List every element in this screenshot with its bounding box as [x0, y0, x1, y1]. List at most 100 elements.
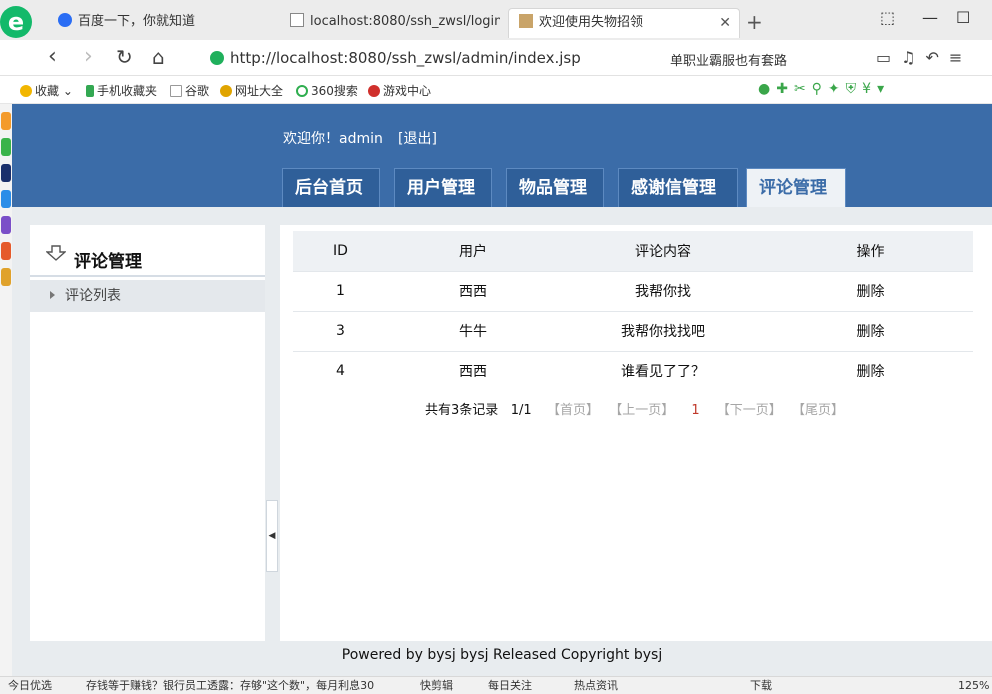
- secure-icon: [210, 51, 224, 65]
- address-bar: ‹ › ↻ ⌂ http://localhost:8080/ssh_zwsl/a…: [0, 40, 992, 76]
- address-search-hint[interactable]: 单职业霸服也有套路: [670, 50, 787, 69]
- bookmark-favorites[interactable]: 收藏 ⌄: [20, 82, 73, 99]
- url-input[interactable]: http://localhost:8080/ssh_zwsl/admin/ind…: [206, 45, 656, 71]
- page: 欢迎你！admin [退出] 后台首页 用户管理 物品管理 感谢信管理 评论管理…: [12, 104, 992, 676]
- browser-status-bar: 今日优选 存钱等于赚钱？银行员工透露：存够"这个数"，每月利息30 快剪辑 每日…: [0, 676, 992, 694]
- cell-id: 4: [293, 350, 388, 391]
- minimize-icon[interactable]: —: [922, 8, 938, 27]
- column-header-user: 用户: [388, 231, 558, 271]
- bookmark-google[interactable]: 谷歌: [170, 82, 209, 99]
- sidebar-title: 评论管理: [30, 225, 265, 277]
- browser-tab-title: localhost:8080/ssh_zwsl/login.j: [310, 14, 500, 29]
- bookmark-label: 360搜索: [311, 84, 358, 98]
- bookmark-games[interactable]: 游戏中心: [368, 82, 431, 99]
- status-item-download[interactable]: 下载: [750, 677, 772, 694]
- cell-id: 1: [293, 270, 388, 311]
- browser-tab-login[interactable]: localhost:8080/ssh_zwsl/login.j: [280, 8, 500, 38]
- bookmark-label: 谷歌: [185, 84, 210, 98]
- bookmark-360[interactable]: 360搜索: [296, 82, 358, 99]
- game-icon: [368, 85, 380, 97]
- site-favicon-icon: [519, 14, 533, 28]
- cell-id: 3: [293, 310, 388, 351]
- status-item-daily[interactable]: 每日关注: [488, 677, 532, 694]
- column-header-content: 评论内容: [558, 231, 768, 271]
- logout-link[interactable]: [退出]: [398, 128, 437, 148]
- next-page-link[interactable]: 【下一页】: [717, 403, 782, 418]
- sidebar-item-comment-list[interactable]: 评论列表: [30, 280, 265, 312]
- browser-tab-baidu[interactable]: 百度一下，你就知道: [48, 8, 268, 38]
- new-tab-icon[interactable]: +: [746, 10, 763, 34]
- url-text: http://localhost:8080/ssh_zwsl/admin/ind…: [230, 49, 581, 67]
- cell-content: 我帮你找: [558, 270, 768, 311]
- extension-icons[interactable]: ●✚✂⚲✦⛨¥▾: [758, 81, 890, 97]
- cell-content: 我帮你找找吧: [558, 310, 768, 351]
- page-icon: [170, 85, 182, 97]
- bookmark-label: 网址大全: [235, 84, 284, 98]
- delete-link[interactable]: 删除: [768, 350, 973, 391]
- sidebar-item-label: 评论列表: [65, 288, 121, 304]
- page-icon: [290, 13, 304, 27]
- back-icon[interactable]: ‹: [48, 44, 57, 70]
- cell-user: 西西: [388, 270, 558, 311]
- close-tab-icon[interactable]: ✕: [719, 9, 731, 37]
- table-row: 1 西西 我帮你找 删除: [293, 270, 973, 311]
- nav-tab-comment[interactable]: 评论管理: [746, 168, 846, 207]
- main-content: ID 用户 评论内容 操作 1 西西 我帮你找 删除 3 牛牛 我帮你找找吧 删: [280, 225, 992, 641]
- side-panel-strip: [0, 104, 12, 676]
- phone-icon: [86, 85, 94, 97]
- first-page-link[interactable]: 【首页】: [547, 403, 599, 418]
- status-item-hot[interactable]: 热点资讯: [574, 677, 618, 694]
- browser-tab-active[interactable]: 欢迎使用失物招领 ✕: [508, 8, 740, 38]
- portal-icon: [220, 85, 232, 97]
- record-count: 共有3条记录: [425, 403, 499, 418]
- column-header-action: 操作: [768, 231, 973, 271]
- forward-icon[interactable]: ›: [84, 44, 93, 70]
- caret-left-icon: ◀: [268, 531, 276, 541]
- nav-tab-home[interactable]: 后台首页: [282, 168, 380, 207]
- cell-user: 西西: [388, 350, 558, 391]
- admin-header: 欢迎你！admin [退出] 后台首页 用户管理 物品管理 感谢信管理 评论管理: [12, 104, 992, 207]
- table-row: 4 西西 谁看见了了？ 删除: [293, 350, 973, 391]
- welcome-text: 欢迎你！admin: [283, 131, 383, 147]
- sidebar-title-text: 评论管理: [74, 252, 142, 272]
- table-header-row: ID 用户 评论内容 操作: [293, 231, 973, 271]
- baidu-icon: [58, 13, 72, 27]
- delete-link[interactable]: 删除: [768, 310, 973, 351]
- browser-logo-icon: e: [0, 6, 32, 38]
- skin-icon[interactable]: ⬚: [880, 8, 895, 27]
- column-header-id: ID: [293, 231, 388, 271]
- bullet-icon: [50, 291, 55, 299]
- page-indicator: 1/1: [510, 403, 532, 418]
- down-arrow-icon: [46, 245, 66, 261]
- toolbar-icons[interactable]: ▭♫↶≡: [876, 48, 972, 67]
- star-icon: [20, 85, 32, 97]
- browser-tab-title: 百度一下，你就知道: [78, 14, 196, 29]
- cell-content: 谁看见了了？: [558, 350, 768, 391]
- zoom-level[interactable]: 125%: [958, 677, 989, 694]
- status-item-clip[interactable]: 快剪辑: [420, 677, 453, 694]
- pagination: 共有3条记录 1/1 【首页】 【上一页】 1 【下一页】 【尾页】: [280, 399, 992, 418]
- nav-tab-letter[interactable]: 感谢信管理: [618, 168, 738, 207]
- home-icon[interactable]: ⌂: [152, 44, 165, 70]
- bookmark-label: 游戏中心: [383, 84, 432, 98]
- sidebar-collapse-handle[interactable]: ◀: [266, 500, 278, 572]
- sidebar: 评论管理 评论列表: [30, 225, 265, 641]
- nav-tab-item[interactable]: 物品管理: [506, 168, 604, 207]
- footer: Powered by bysj bysj Released Copyright …: [341, 647, 663, 663]
- maximize-icon[interactable]: ☐: [956, 8, 970, 27]
- bookmark-mobile[interactable]: 手机收藏夹: [86, 82, 157, 99]
- bookmark-portal[interactable]: 网址大全: [220, 82, 283, 99]
- browser-tab-title: 欢迎使用失物招领: [539, 15, 644, 30]
- status-left[interactable]: 今日优选: [8, 677, 52, 694]
- status-news[interactable]: 存钱等于赚钱？银行员工透露：存够"这个数"，每月利息30: [86, 677, 374, 694]
- current-page[interactable]: 1: [691, 403, 699, 418]
- last-page-link[interactable]: 【尾页】: [792, 403, 844, 418]
- comment-table: ID 用户 评论内容 操作 1 西西 我帮你找 删除 3 牛牛 我帮你找找吧 删: [293, 231, 973, 391]
- nav-tab-user[interactable]: 用户管理: [394, 168, 492, 207]
- reload-icon[interactable]: ↻: [116, 44, 133, 70]
- prev-page-link[interactable]: 【上一页】: [609, 403, 674, 418]
- bookmark-label: 手机收藏夹: [97, 84, 158, 98]
- delete-link[interactable]: 删除: [768, 270, 973, 311]
- cell-user: 牛牛: [388, 310, 558, 351]
- browser-tab-bar: e 百度一下，你就知道 localhost:8080/ssh_zwsl/logi…: [0, 0, 992, 40]
